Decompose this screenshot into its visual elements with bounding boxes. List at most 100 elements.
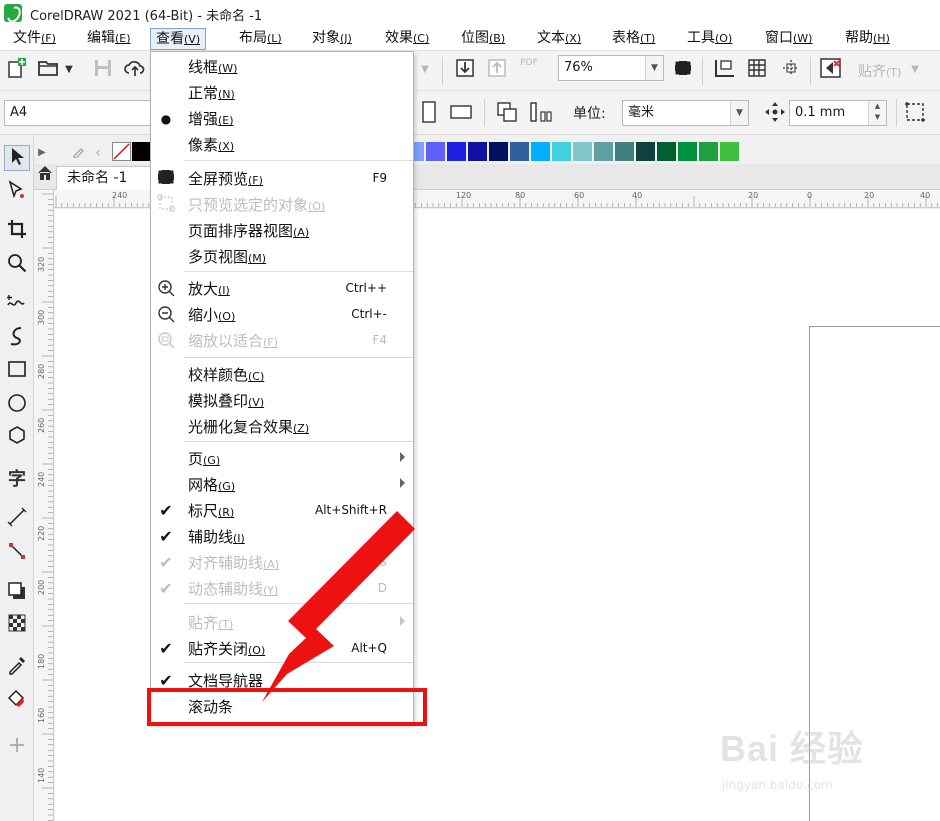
color-swatch[interactable] [531,142,550,161]
full-screen-preview-icon[interactable] [670,57,696,83]
color-swatch[interactable] [636,142,655,161]
view-menu-item[interactable]: 缩小(O) Ctrl+- [151,302,413,328]
view-menu-item[interactable]: 网格(G) [151,472,413,498]
color-swatch[interactable] [447,142,466,161]
landscape-orientation-icon[interactable] [448,100,474,126]
view-menu-item[interactable]: 页面排序器视图(A) [151,218,413,244]
show-grid-icon[interactable] [744,57,770,83]
launch-icon[interactable] [818,57,844,83]
menu-table[interactable]: 表格(T) [607,28,660,50]
connector-tool-icon[interactable] [4,541,30,567]
pick-tool-icon[interactable] [4,145,30,171]
open-dropdown-chevron-icon[interactable]: ▼ [62,57,76,83]
color-swatch[interactable] [699,142,718,161]
view-menu-item[interactable]: ✔ 标尺(R) Alt+Shift+R [151,498,413,524]
crop-tool-icon[interactable] [4,219,30,245]
zoom-tool-icon[interactable] [4,253,30,279]
menu-text[interactable]: 文本(X) [532,28,586,50]
show-guidelines-icon[interactable] [778,57,804,83]
view-menu-item[interactable]: 正常(N) [151,80,413,106]
color-swatch[interactable] [594,142,613,161]
menu-edit[interactable]: 编辑(E) [82,28,136,50]
view-menu-item[interactable]: ✔ 辅助线(I) [151,524,413,550]
palette-eyedropper-icon[interactable] [70,140,90,164]
snap-dropdown-chevron-icon[interactable]: ▼ [908,57,922,83]
menu-help[interactable]: 帮助(H) [840,28,895,50]
color-swatch[interactable] [552,142,571,161]
menu-effects[interactable]: 效果(C) [380,28,434,50]
ellipse-tool-icon[interactable] [4,393,30,419]
color-swatch[interactable] [132,142,151,161]
all-pages-icon[interactable] [494,100,520,126]
menu-window[interactable]: 窗口(W) [760,28,817,50]
page-size-combo[interactable]: A4 [4,100,152,126]
drop-shadow-tool-icon[interactable] [4,581,30,607]
duplicate-distance-icon[interactable] [902,100,928,126]
color-swatch[interactable] [678,142,697,161]
color-swatch[interactable] [489,142,508,161]
color-swatch[interactable] [426,142,445,161]
view-menu-item[interactable]: ● 增强(E) [151,106,413,132]
view-menu-item[interactable]: 光栅化复合效果(Z) [151,414,413,440]
new-document-icon[interactable] [4,57,30,83]
menu-separator [184,662,413,663]
add-tool-icon[interactable]: + [4,733,30,759]
palette-scroll-right-icon[interactable]: ▶ [34,140,50,164]
import-icon[interactable] [452,57,478,83]
menu-view[interactable]: 查看(V) [150,28,207,50]
color-swatch[interactable] [657,142,676,161]
color-swatch[interactable] [468,142,487,161]
color-swatch[interactable] [615,142,634,161]
artistic-media-tool-icon[interactable] [4,325,30,351]
eyedropper-tool-icon[interactable] [4,655,30,681]
no-color-swatch[interactable] [112,142,131,161]
cloud-upload-icon[interactable] [122,57,148,83]
view-menu-item[interactable]: 模拟叠印(V) [151,388,413,414]
view-menu-item[interactable]: 全屏预览(F) F9 [151,166,413,192]
text-tool-icon[interactable]: 字 [4,467,30,493]
document-tab[interactable]: 未命名 -1 [56,166,151,190]
view-menu-item[interactable]: 页(G) [151,446,413,472]
parallel-dimension-tool-icon[interactable] [4,507,30,533]
view-menu-item[interactable]: 放大(I) Ctrl++ [151,276,413,302]
view-menu-item[interactable]: ✔ 贴齐关闭(O) Alt+Q [151,636,413,662]
view-menu-item[interactable]: 多页视图(M) [151,244,413,270]
current-page-icon[interactable] [528,100,554,126]
chevron-down-icon[interactable]: ▼ [730,101,748,125]
portrait-orientation-icon[interactable] [416,100,442,126]
save-icon[interactable] [90,57,116,83]
units-combo[interactable]: 毫米 ▼ [622,100,749,126]
menu-tools[interactable]: 工具(O) [682,28,737,50]
color-swatch[interactable] [510,142,529,161]
show-rulers-icon[interactable] [712,57,738,83]
interactive-fill-tool-icon[interactable] [4,689,30,715]
vertical-ruler[interactable]: 320 300 280 260 240 220 200 180 160 140 [34,190,54,821]
color-swatch[interactable] [720,142,739,161]
menu-file[interactable]: 文件(F) [8,28,61,50]
rectangle-tool-icon[interactable] [4,359,30,385]
menu-layout[interactable]: 布局(L) [234,28,287,50]
export-icon[interactable] [484,57,510,83]
snap-to-label[interactable]: 贴齐(T) [858,61,901,81]
shape-tool-icon[interactable] [4,179,30,205]
home-icon[interactable] [34,164,56,190]
undo-dropdown-chevron-icon[interactable]: ▼ [418,57,432,83]
export-pdf-icon[interactable]: PDF [516,57,542,83]
open-folder-icon[interactable] [36,57,62,83]
polygon-tool-icon[interactable] [4,425,30,451]
menu-item-gutter [155,246,177,268]
palette-scroll-left-icon[interactable]: ‹ [90,140,106,164]
menu-accelerator-key: (F) [263,336,278,349]
view-menu-item[interactable]: 校样颜色(C) [151,362,413,388]
view-menu-item[interactable]: 像素(X) [151,132,413,158]
view-menu-item[interactable]: 线框(W) [151,54,413,80]
color-swatch[interactable] [573,142,592,161]
transparency-tool-icon[interactable] [4,613,30,639]
nudge-distance-field[interactable]: 0.1 mm ▲ ▼ [789,100,887,126]
zoom-level-combo[interactable]: 76% ▼ [558,55,664,81]
chevron-down-icon[interactable]: ▼ [645,56,663,80]
menu-object[interactable]: 对象(J) [307,28,357,50]
menu-bitmaps[interactable]: 位图(B) [456,28,510,50]
freehand-tool-icon[interactable] [4,291,30,317]
spinner-arrows-icon[interactable]: ▲ ▼ [868,101,886,125]
